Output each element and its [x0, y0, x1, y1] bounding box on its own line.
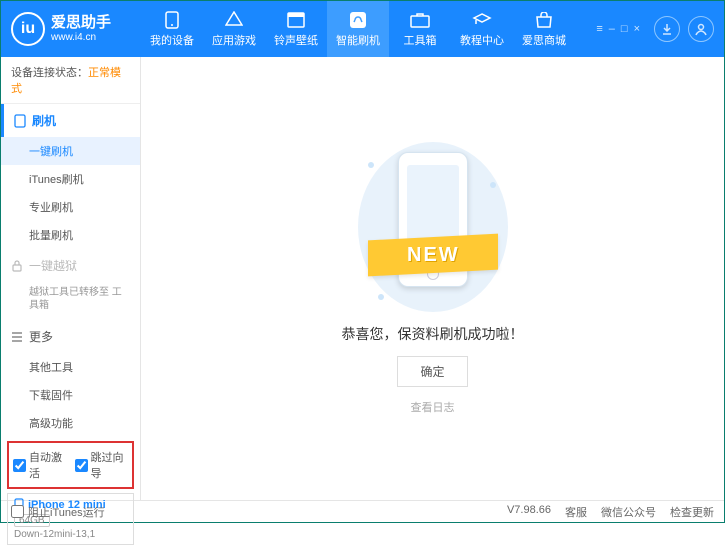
sidebar-pro-flash[interactable]: 专业刷机 — [1, 193, 140, 221]
check-skip-guide[interactable]: 跳过向导 — [75, 449, 129, 481]
header-right: ≡ – □ × — [596, 16, 714, 42]
sidebar-download-fw[interactable]: 下载固件 — [1, 381, 140, 409]
minimize-icon[interactable]: – — [609, 23, 615, 35]
main-content: NEW 恭喜您，保资料刷机成功啦！ 确定 查看日志 — [141, 57, 724, 500]
menu-icon[interactable]: ≡ — [596, 23, 602, 35]
device-firmware: Down-12mini-13,1 — [14, 529, 127, 540]
main-nav: 我的设备 应用游戏 铃声壁纸 智能刷机 工具箱 教程中心 爱思商城 — [141, 1, 575, 57]
sidebar-advanced[interactable]: 高级功能 — [1, 409, 140, 437]
list-icon — [11, 332, 23, 342]
section-flash[interactable]: 刷机 — [1, 104, 140, 137]
check-auto-activate[interactable]: 自动激活 — [13, 449, 67, 481]
sidebar-other-tools[interactable]: 其他工具 — [1, 353, 140, 381]
new-ribbon: NEW — [368, 234, 498, 277]
sidebar-batch-flash[interactable]: 批量刷机 — [1, 221, 140, 249]
nav-apps-games[interactable]: 应用游戏 — [203, 1, 265, 57]
sidebar-onekey-flash[interactable]: 一键刷机 — [1, 137, 140, 165]
logo-icon: iu — [11, 12, 45, 46]
apps-icon — [225, 10, 243, 30]
maximize-icon[interactable]: □ — [621, 23, 628, 35]
app-header: iu 爱思助手 www.i4.cn 我的设备 应用游戏 铃声壁纸 智能刷机 工具… — [1, 1, 724, 57]
nav-smart-flash[interactable]: 智能刷机 — [327, 1, 389, 57]
jailbreak-note: 越狱工具已转移至 工具箱 — [1, 282, 140, 320]
nav-tutorials[interactable]: 教程中心 — [451, 1, 513, 57]
success-message: 恭喜您，保资料刷机成功啦！ — [342, 324, 524, 344]
close-icon[interactable]: × — [634, 23, 640, 35]
support-link[interactable]: 客服 — [565, 504, 587, 520]
nav-my-device[interactable]: 我的设备 — [141, 1, 203, 57]
user-button[interactable] — [688, 16, 714, 42]
app-title: 爱思助手 — [51, 15, 111, 32]
logo-area: iu 爱思助手 www.i4.cn — [11, 12, 141, 46]
download-button[interactable] — [654, 16, 680, 42]
phone-flash-icon — [14, 114, 26, 128]
nav-store[interactable]: 爱思商城 — [513, 1, 575, 57]
block-itunes-check[interactable]: 阻止iTunes运行 — [11, 504, 105, 520]
section-jailbreak: 一键越狱 — [1, 249, 140, 282]
device-icon — [165, 10, 179, 30]
nav-ringtones[interactable]: 铃声壁纸 — [265, 1, 327, 57]
success-illustration: NEW — [358, 142, 508, 312]
wechat-link[interactable]: 微信公众号 — [601, 504, 656, 520]
toolbox-icon — [410, 10, 430, 30]
section-more[interactable]: 更多 — [1, 320, 140, 353]
store-icon — [535, 10, 553, 30]
sidebar: 设备连接状态：正常模式 刷机 一键刷机 iTunes刷机 专业刷机 批量刷机 一… — [1, 57, 141, 500]
connection-status: 设备连接状态：正常模式 — [1, 57, 140, 104]
ok-button[interactable]: 确定 — [397, 356, 467, 387]
app-url: www.i4.cn — [51, 32, 111, 43]
wallpaper-icon — [287, 10, 305, 30]
lock-icon — [11, 260, 23, 272]
flash-options-box: 自动激活 跳过向导 — [7, 441, 134, 489]
window-controls: ≡ – □ × — [596, 23, 640, 35]
view-log-link[interactable]: 查看日志 — [411, 399, 455, 415]
version-label: V7.98.66 — [507, 504, 551, 520]
sidebar-itunes-flash[interactable]: iTunes刷机 — [1, 165, 140, 193]
flash-icon — [349, 10, 367, 30]
check-update-link[interactable]: 检查更新 — [670, 504, 714, 520]
nav-toolbox[interactable]: 工具箱 — [389, 1, 451, 57]
tutorial-icon — [472, 10, 492, 30]
